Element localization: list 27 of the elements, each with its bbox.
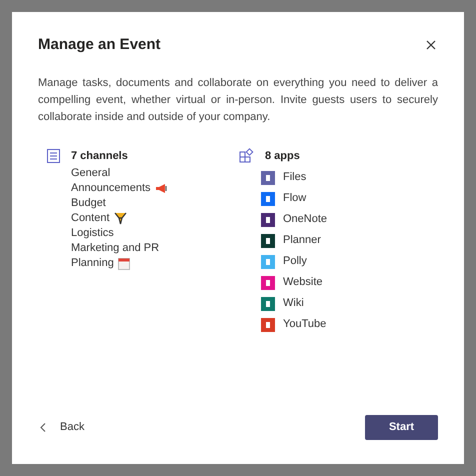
app-name[interactable]: YouTube [283, 316, 326, 333]
megaphone-icon [154, 183, 168, 194]
app-name[interactable]: Website [283, 274, 323, 291]
close-icon[interactable] [426, 40, 436, 50]
app-name[interactable]: Wiki [283, 295, 304, 312]
channel-name[interactable]: Content [71, 210, 110, 227]
calendar-icon [118, 258, 130, 270]
app-name[interactable]: OneNote [283, 211, 328, 228]
channel-name[interactable]: Marketing and PR [71, 240, 160, 257]
channel-name[interactable]: General [71, 165, 110, 182]
channel-list-icon [46, 148, 60, 163]
app-name[interactable]: Polly [283, 253, 307, 270]
dialog-description: Manage tasks, documents and collaborate on everything you need to deliver a compelling event, whether virtual or in-person. Invite guests users to securely collaborate inside and outside of your company. [38, 76, 438, 124]
dialog-title: Manage an Event [38, 35, 161, 55]
channel-name[interactable]: Planning [71, 255, 114, 272]
channel-name[interactable]: Logistics [71, 225, 114, 242]
channel-name[interactable]: Budget [71, 195, 106, 212]
app-name[interactable]: Flow [283, 190, 306, 207]
channel-name[interactable]: Announcements [71, 180, 150, 197]
app-name[interactable]: Planner [283, 232, 321, 249]
chevron-left-icon [40, 423, 46, 432]
app-name[interactable]: Files [283, 169, 306, 186]
back-button[interactable]: Back [38, 419, 84, 436]
apps-icon [239, 148, 254, 164]
start-button[interactable]: Start [365, 415, 438, 440]
apps-heading: 8 apps [265, 148, 300, 164]
channels-heading: 7 channels [71, 148, 128, 164]
